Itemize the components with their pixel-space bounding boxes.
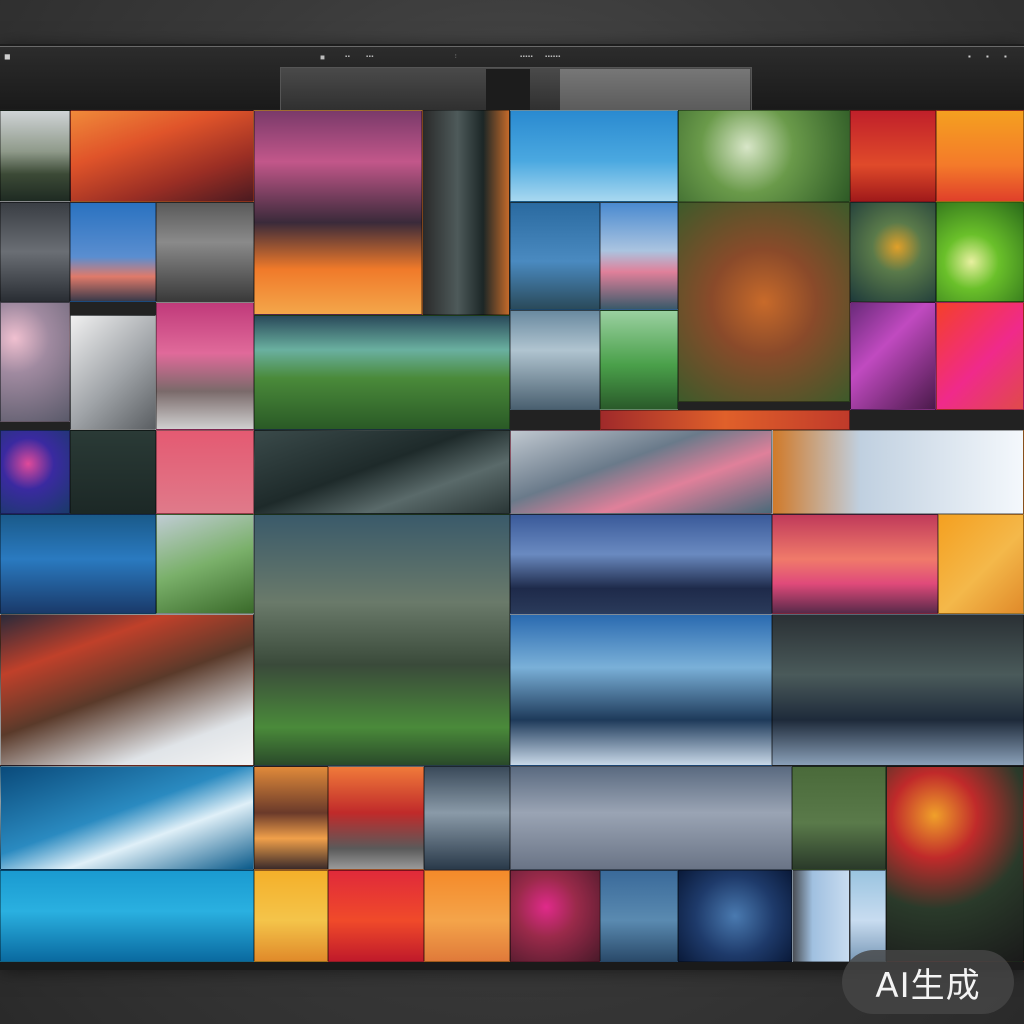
tile-crimson[interactable] [328, 870, 424, 962]
tile-cyan-ocean[interactable] [0, 870, 254, 962]
tile-orange-field[interactable] [70, 110, 254, 202]
tile-green-flare[interactable] [936, 202, 1024, 302]
tile-pink-reeds[interactable] [156, 302, 254, 430]
tile-overcast[interactable] [510, 766, 792, 870]
tile-olive-haze[interactable] [792, 766, 886, 870]
tile-berry-texture[interactable] [510, 870, 600, 962]
app-logo-icon: ◼ [4, 52, 11, 61]
tile-dotted-navy[interactable] [678, 870, 792, 962]
tile-pink-horizon[interactable] [600, 202, 678, 310]
tile-violet-floral[interactable] [850, 302, 936, 410]
tile-green-leaves[interactable] [678, 110, 850, 202]
tile-snow-mountains[interactable] [510, 614, 772, 766]
tile-blue-wave[interactable] [0, 766, 254, 870]
tile-teal-dunes[interactable] [0, 514, 156, 614]
menu-item-2[interactable]: ▪▪ [345, 54, 350, 60]
image-grid [0, 110, 1024, 962]
tile-autumn-burst[interactable] [886, 766, 1024, 962]
tile-steel-flow[interactable] [424, 766, 510, 870]
tile-golden-arc[interactable] [938, 514, 1024, 614]
window-close-icon[interactable]: ▪ [1004, 53, 1007, 61]
tile-red-foliage[interactable] [678, 202, 850, 402]
app-toolbar: ◼ ◼ ▪▪ ▪▪▪ ⫶ ▪▪▪▪▪ ▪▪▪▪▪▪ ▪ ▪ ▪ [0, 46, 1024, 114]
tile-stream-rocks[interactable] [510, 310, 600, 410]
tile-pink-fog[interactable] [0, 302, 70, 422]
menu-item-6[interactable]: ▪▪▪▪▪▪ [545, 54, 561, 60]
tile-red-peak[interactable] [328, 766, 424, 870]
window-minimize-icon[interactable]: ▪ [986, 53, 989, 61]
window-control-icon[interactable]: ▪ [968, 53, 971, 61]
tile-cloud-streak[interactable] [510, 430, 772, 514]
tile-ruined-building[interactable] [254, 514, 510, 766]
tile-magenta-blossom[interactable] [936, 302, 1024, 410]
tile-forest-roots[interactable] [254, 110, 422, 315]
tile-orange-sunset[interactable] [936, 110, 1024, 202]
toolbar-panel-dark[interactable] [486, 69, 530, 112]
menu-item-3[interactable]: ▪▪▪ [366, 54, 374, 60]
tile-dark-trunks[interactable] [422, 110, 510, 315]
tile-green-slope[interactable] [156, 514, 254, 614]
tile-amber-white[interactable] [772, 430, 1024, 514]
tile-blue-swirl[interactable] [0, 430, 70, 514]
tile-misty-sky[interactable] [850, 870, 886, 962]
tile-coral-sunset[interactable] [772, 514, 938, 614]
tile-grey-gradient[interactable] [70, 315, 156, 430]
menu-item-4[interactable]: ⫶ [455, 54, 457, 61]
tile-pine-coast[interactable] [510, 202, 600, 310]
tile-slate-blue[interactable] [600, 870, 678, 962]
ai-generated-badge: AI生成 [842, 950, 1014, 1014]
tile-peach[interactable] [424, 870, 510, 962]
ai-generated-label: AI生成 [875, 965, 981, 1006]
tile-grey-hills[interactable] [156, 202, 254, 302]
menu-item-5[interactable]: ▪▪▪▪▪ [520, 54, 533, 60]
tile-motion-blur[interactable] [0, 614, 254, 766]
toolbar-panel-light[interactable] [560, 69, 750, 112]
tile-night-peaks[interactable] [772, 614, 1024, 766]
tile-blue-sky[interactable] [510, 110, 678, 202]
tile-dark-green[interactable] [70, 430, 156, 514]
tile-pale-window[interactable] [792, 870, 850, 962]
tile-blue-dusk[interactable] [70, 202, 156, 302]
tile-snowy-ridge[interactable] [510, 514, 772, 614]
tile-mountain-pale[interactable] [0, 110, 70, 202]
tile-rose[interactable] [156, 430, 254, 514]
tile-dark-wave[interactable] [254, 430, 510, 514]
tile-ink-landscape[interactable] [0, 202, 70, 302]
tile-green-hill[interactable] [254, 315, 510, 430]
menu-item-1[interactable]: ◼ [320, 54, 325, 61]
tile-red-glow[interactable] [850, 110, 936, 202]
tile-red-bar[interactable] [600, 410, 850, 430]
tile-meadow[interactable] [600, 310, 678, 410]
tile-yellow-glow[interactable] [254, 870, 328, 962]
tile-copper-dunes[interactable] [254, 766, 328, 870]
tile-teal-cloud[interactable] [850, 202, 936, 302]
